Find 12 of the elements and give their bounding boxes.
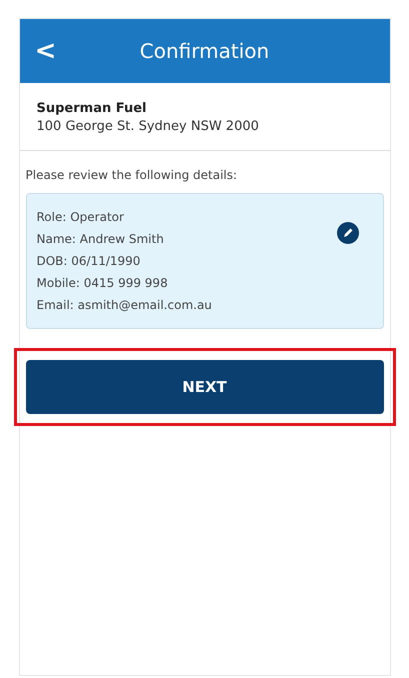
detail-line: Role: Operator	[36, 209, 125, 226]
detail-line: Mobile: 0415 999 998	[36, 275, 169, 292]
edit-icon[interactable]	[336, 222, 358, 244]
site-address: 100 George St. Sydney NSW 2000	[36, 118, 260, 136]
back-button[interactable]: <	[34, 38, 58, 64]
detail-line: Email: asmith@email.com.au	[36, 297, 213, 314]
site-name: Superman Fuel	[36, 100, 148, 118]
detail-line: Name: Andrew Smith	[36, 231, 165, 248]
detail-line: DOB: 06/11/1990	[36, 253, 142, 270]
next-button[interactable]: NEXT	[26, 360, 384, 414]
screen-title: Confirmation	[138, 38, 270, 65]
review-prompt: Please review the following details:	[26, 167, 238, 184]
